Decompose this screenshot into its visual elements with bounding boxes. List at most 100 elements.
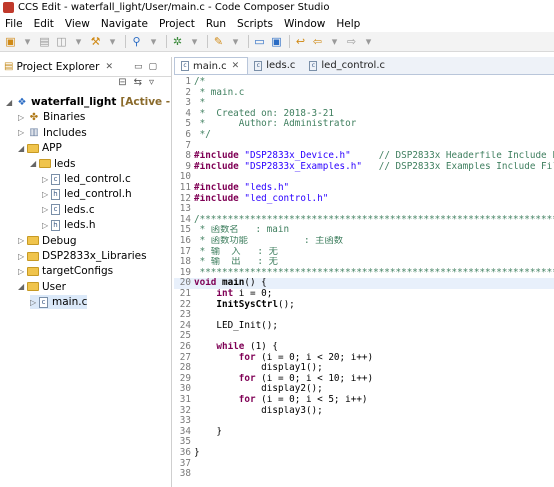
collapsed-arrow-icon[interactable]: ▷ (18, 252, 27, 261)
tree-item[interactable]: ▷ DSP2833x_Libraries (18, 249, 147, 263)
tree-item[interactable]: ▷ Debug (18, 234, 77, 248)
close-icon[interactable]: ✕ (105, 62, 113, 72)
code-line[interactable]: 34 } (174, 427, 554, 438)
back-arrow-icon[interactable]: ⇦ (310, 35, 325, 48)
code-line[interactable]: 13 (174, 204, 554, 215)
expanded-arrow-icon[interactable]: ◢ (18, 144, 27, 153)
link-editor-icon[interactable]: ⇆ (134, 77, 149, 91)
menu-run[interactable]: Run (201, 18, 232, 30)
code-line[interactable]: 7 (174, 141, 554, 152)
debug-bug-icon[interactable]: ✲ (170, 35, 185, 48)
minimize-icon[interactable]: ▭ (134, 62, 149, 72)
code-line[interactable]: 3 * (174, 98, 554, 109)
last-edit-icon[interactable]: ↩ (293, 35, 308, 48)
tree-item[interactable]: ▷ ✤ Binaries (18, 110, 85, 124)
save-icon[interactable]: ▤ (37, 35, 52, 48)
expanded-arrow-icon[interactable]: ◢ (6, 98, 15, 107)
tree-item[interactable]: ◢ leds (30, 157, 76, 171)
code-line[interactable]: 6 */ (174, 130, 554, 141)
collapsed-arrow-icon[interactable]: ▷ (18, 267, 27, 276)
maximize-icon[interactable]: ▢ (148, 62, 163, 72)
code-line[interactable]: 12 #include "led_control.h" (174, 194, 554, 205)
search-icon[interactable]: ⚲ (129, 35, 144, 48)
console-icon[interactable]: ▭ (252, 35, 267, 48)
code-line[interactable]: 25 (174, 331, 554, 342)
code-line[interactable]: 37 (174, 459, 554, 470)
tree-item[interactable]: ▷ c leds.c (42, 203, 95, 217)
project-explorer-title[interactable]: Project Explorer (16, 61, 99, 73)
menu-scripts[interactable]: Scripts (232, 18, 279, 30)
dropdown-arrow-icon[interactable]: ▾ (361, 35, 376, 48)
close-icon[interactable]: ✕ (232, 61, 240, 71)
window-icon[interactable]: ▣ (269, 35, 284, 48)
dropdown-arrow-icon[interactable]: ▾ (187, 35, 202, 48)
menu-window[interactable]: Window (279, 18, 331, 30)
dropdown-arrow-icon[interactable]: ▾ (71, 35, 86, 48)
tree-item[interactable]: ▷ h leds.h (42, 218, 96, 232)
code-line[interactable]: 17 * 输 入 : 无 (174, 247, 554, 258)
tree-item[interactable]: ▷ h led_control.h (42, 187, 132, 201)
forward-arrow-icon[interactable]: ⇨ (344, 35, 359, 48)
code-line[interactable]: 20 void main() { (174, 278, 554, 289)
code-line[interactable]: 35 (174, 437, 554, 448)
tree-item[interactable]: ▷ targetConfigs (18, 264, 113, 278)
code-line[interactable]: 28 display1(); (174, 363, 554, 374)
code-line[interactable]: 18 * 输 出 : 无 (174, 257, 554, 268)
code-line[interactable]: 2 * main.c (174, 88, 554, 99)
collapsed-arrow-icon[interactable]: ▷ (42, 205, 51, 214)
menu-edit[interactable]: Edit (29, 18, 60, 30)
expanded-arrow-icon[interactable]: ◢ (30, 159, 39, 168)
code-line[interactable]: 33 (174, 416, 554, 427)
menu-project[interactable]: Project (154, 18, 201, 30)
new-icon[interactable]: ▣ (3, 35, 18, 48)
collapsed-arrow-icon[interactable]: ▷ (30, 298, 39, 307)
code-line[interactable]: 19 *************************************… (174, 268, 554, 279)
dropdown-arrow-icon[interactable]: ▾ (146, 35, 161, 48)
code-line[interactable]: 4 * Created on: 2018-3-21 (174, 109, 554, 120)
build-hammer-icon[interactable]: ⚒ (88, 35, 103, 48)
dropdown-arrow-icon[interactable]: ▾ (20, 35, 35, 48)
tab-led-control-c[interactable]: c led_control.c (303, 57, 393, 74)
code-line[interactable]: 32 display3(); (174, 406, 554, 417)
menu-view[interactable]: View (60, 18, 96, 30)
code-line[interactable]: 26 while (1) { (174, 342, 554, 353)
collapsed-arrow-icon[interactable]: ▷ (42, 221, 51, 230)
collapsed-arrow-icon[interactable]: ▷ (18, 128, 27, 137)
tab-leds-c[interactable]: c leds.c (248, 57, 303, 74)
code-line[interactable]: 5 * Author: Administrator (174, 119, 554, 130)
code-editor[interactable]: 1/* 2 * main.c 3 * 4 * Created on: 2018-3-2… (174, 75, 554, 487)
code-line[interactable]: 36} (174, 448, 554, 459)
pen-icon[interactable]: ✎ (211, 35, 226, 48)
collapsed-arrow-icon[interactable]: ▷ (18, 113, 27, 122)
collapse-all-icon[interactable]: ⊟ (118, 77, 133, 91)
code-line[interactable]: 15 * 函数名 : main (174, 225, 554, 236)
expanded-arrow-icon[interactable]: ◢ (18, 282, 27, 291)
code-line[interactable]: 11 #include "leds.h" (174, 183, 554, 194)
code-line[interactable]: 29 for (i = 0; i < 10; i++) (174, 374, 554, 385)
collapsed-arrow-icon[interactable]: ▷ (42, 175, 51, 184)
code-line[interactable]: 1/* (174, 77, 554, 88)
code-line[interactable]: 10 (174, 172, 554, 183)
code-line[interactable]: 23 (174, 310, 554, 321)
dropdown-arrow-icon[interactable]: ▾ (327, 35, 342, 48)
code-line[interactable]: 38 (174, 469, 554, 480)
code-line[interactable]: 9 #include "DSP2833x_Examples.h" // DSP28… (174, 162, 554, 173)
code-line[interactable]: 22 InitSysCtrl(); (174, 300, 554, 311)
dropdown-arrow-icon[interactable]: ▾ (105, 35, 120, 48)
code-line[interactable]: 30 display2(); (174, 384, 554, 395)
collapsed-arrow-icon[interactable]: ▷ (42, 190, 51, 199)
code-line[interactable]: 27 for (i = 0; i < 20; i++) (174, 353, 554, 364)
view-menu-icon[interactable]: ▿ (149, 77, 161, 91)
tree-item[interactable]: ▷ ▥ Includes (18, 126, 87, 140)
menu-help[interactable]: Help (331, 18, 366, 30)
code-line[interactable]: 21 int i = 0; (174, 289, 554, 300)
save-all-icon[interactable]: ◫ (54, 35, 69, 48)
code-line[interactable]: 8 #include "DSP2833x_Device.h" // DSP2833… (174, 151, 554, 162)
code-line[interactable]: 16 * 函数功能 : 主函数 (174, 236, 554, 247)
tree-item[interactable]: ◢ User (18, 280, 66, 294)
code-line[interactable]: 31 for (i = 0; i < 5; i++) (174, 395, 554, 406)
collapsed-arrow-icon[interactable]: ▷ (18, 236, 27, 245)
menu-file[interactable]: File (0, 18, 29, 30)
tree-item[interactable]: ▷ c led_control.c (42, 172, 131, 186)
dropdown-arrow-icon[interactable]: ▾ (228, 35, 243, 48)
